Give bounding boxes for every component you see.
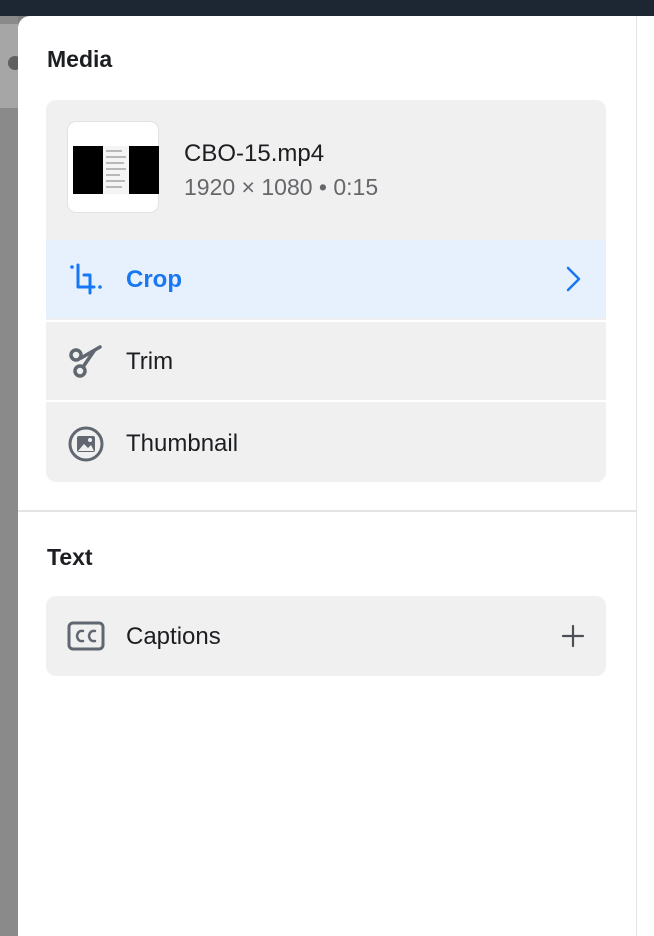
- cc-icon: [66, 616, 106, 656]
- media-card: CBO-15.mp4 1920 × 1080 • 0:15 Crop Trim …: [46, 100, 606, 482]
- video-frame: [73, 146, 159, 194]
- image-icon: [66, 424, 106, 464]
- document-preview: [103, 146, 129, 194]
- crop-icon: [66, 259, 106, 299]
- tool-crop-label: Crop: [126, 266, 182, 293]
- tool-crop[interactable]: Crop: [46, 240, 606, 318]
- captions-label: Captions: [126, 623, 221, 650]
- chevron-right-icon: [558, 264, 588, 294]
- tool-thumbnail-label: Thumbnail: [126, 430, 239, 457]
- tool-trim-label: Trim: [126, 348, 174, 375]
- window-top-bar: [0, 0, 654, 16]
- video-thumbnail[interactable]: [68, 122, 159, 212]
- media-file-info: CBO-15.mp4 1920 × 1080 • 0:15: [46, 100, 606, 240]
- captions-row[interactable]: Captions: [46, 596, 606, 676]
- background-page: [0, 16, 22, 936]
- panel-scroll-edge: [636, 16, 654, 936]
- media-section-title: Media: [47, 46, 113, 72]
- scissors-icon: [66, 341, 106, 381]
- captions-item[interactable]: Captions: [46, 596, 606, 676]
- tool-trim[interactable]: Trim: [46, 320, 606, 398]
- plus-icon[interactable]: [558, 621, 588, 651]
- file-name: CBO-15.mp4: [184, 140, 325, 167]
- edit-side-panel: Media CBO-15.mp4 1920 × 1080 • 0:15 Crop…: [18, 16, 636, 936]
- text-section-title: Text: [47, 544, 93, 570]
- section-divider: [18, 510, 636, 512]
- file-metadata: 1920 × 1080 • 0:15: [184, 174, 379, 200]
- tool-thumbnail[interactable]: Thumbnail: [46, 400, 606, 482]
